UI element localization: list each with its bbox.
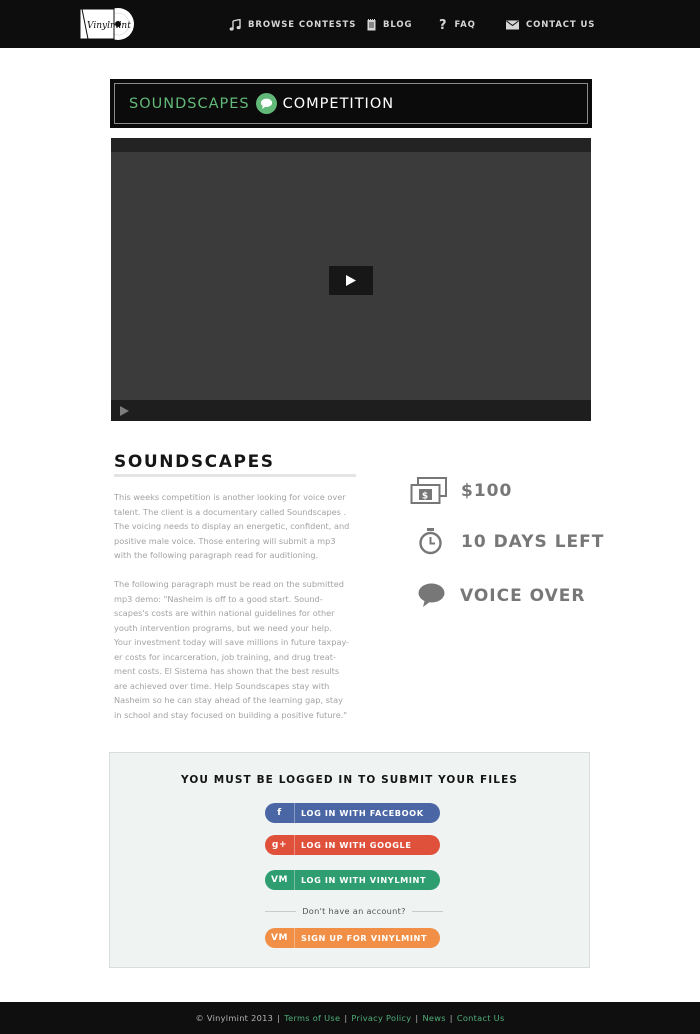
banner-suffix: COMPETITION [282, 95, 395, 112]
stopwatch-icon [419, 528, 442, 555]
footer-copyright: © Vinylmint 2013 [195, 1013, 274, 1023]
no-account-divider: Don't have an account? [265, 906, 444, 916]
login-google-label: LOG IN WITH GOOGLE [301, 840, 412, 850]
competition-banner: SOUNDSCAPES COMPETITION [110, 79, 592, 128]
login-panel: YOU MUST BE LOGGED IN TO SUBMIT YOUR FIL… [109, 752, 590, 968]
login-heading: YOU MUST BE LOGGED IN TO SUBMIT YOUR FIL… [180, 774, 519, 786]
vinylmint-logo[interactable]: Vinylmint [78, 6, 136, 42]
music-note-icon [229, 19, 241, 31]
envelope-icon [506, 20, 519, 30]
banner-contest-name: SOUNDSCAPES [129, 95, 250, 112]
login-vinylmint-label: LOG IN WITH VINYLMINT [301, 875, 427, 885]
competition-banner-frame: SOUNDSCAPES COMPETITION [114, 83, 588, 124]
video-player[interactable] [111, 138, 591, 421]
vinylmint-icon: VM [265, 928, 295, 948]
nav-faq-label: FAQ [454, 20, 476, 30]
video-control-bar [111, 400, 591, 421]
nav-browse-contests-label: BROWSE CONTESTS [248, 20, 357, 30]
money-icon: $ [410, 477, 447, 504]
footer-link-news[interactable]: News [422, 1013, 445, 1023]
divider-rule-right [411, 910, 444, 912]
prize-amount: $100 [461, 481, 513, 501]
footer: © Vinylmint 2013 | Terms of Use | Privac… [0, 1002, 700, 1034]
nav-blog[interactable]: BLOG [367, 17, 412, 33]
vinylmint-icon: VM [265, 870, 295, 890]
divider-rule-left [265, 910, 297, 912]
footer-link-contact[interactable]: Contact Us [457, 1013, 505, 1023]
login-facebook-button[interactable]: f LOG IN WITH FACEBOOK [265, 803, 440, 823]
play-icon [346, 275, 356, 286]
video-top-bar [111, 138, 591, 152]
video-play-button[interactable] [329, 266, 373, 295]
contest-description: This weeks competition is another lookin… [114, 490, 360, 722]
login-vinylmint-button[interactable]: VM LOG IN WITH VINYLMINT [265, 870, 440, 890]
login-google-button[interactable]: g+ LOG IN WITH GOOGLE [265, 835, 440, 855]
time-left-stat: 10 DAYS LEFT [418, 528, 604, 555]
nav-contact-us-label: CONTACT US [526, 20, 596, 30]
contest-title: SOUNDSCAPES [114, 452, 275, 472]
category-text: VOICE OVER [460, 585, 586, 606]
speech-bubble-icon [418, 583, 445, 607]
speech-bubble-icon [255, 93, 277, 114]
nav-faq[interactable]: ? FAQ [439, 17, 476, 33]
signup-vinylmint-button[interactable]: VM SIGN UP FOR VINYLMINT [265, 928, 440, 948]
nav-browse-contests[interactable]: BROWSE CONTESTS [229, 17, 356, 33]
top-navigation-bar: Vinylmint BROWSE CONTESTS BLOG ? FAQ CON… [0, 0, 700, 48]
footer-separator: | [415, 1013, 419, 1023]
facebook-icon: f [265, 803, 295, 823]
category-stat: VOICE OVER [418, 583, 586, 608]
time-left-text: 10 DAYS LEFT [461, 531, 605, 552]
title-divider [114, 474, 356, 477]
signup-vinylmint-label: SIGN UP FOR VINYLMINT [301, 933, 428, 943]
svg-text:Vinylmint: Vinylmint [87, 21, 131, 31]
footer-separator: | [277, 1013, 281, 1023]
description-paragraph-1: This weeks competition is another lookin… [114, 492, 350, 560]
login-facebook-label: LOG IN WITH FACEBOOK [301, 808, 424, 818]
question-mark-icon: ? [439, 17, 448, 33]
description-paragraph-2: The following paragraph must be read on … [114, 579, 350, 720]
nav-contact-us[interactable]: CONTACT US [506, 17, 595, 33]
footer-separator: | [344, 1013, 348, 1023]
nav-blog-label: BLOG [383, 20, 413, 30]
google-plus-icon: g+ [265, 835, 295, 855]
control-play-icon[interactable] [120, 406, 129, 416]
notepad-icon [367, 19, 376, 31]
footer-link-privacy[interactable]: Privacy Policy [351, 1013, 411, 1023]
footer-link-terms[interactable]: Terms of Use [284, 1013, 340, 1023]
svg-text:$: $ [422, 492, 429, 502]
no-account-text: Don't have an account? [302, 906, 406, 916]
footer-separator: | [449, 1013, 453, 1023]
prize-stat: $ $100 [410, 477, 512, 505]
